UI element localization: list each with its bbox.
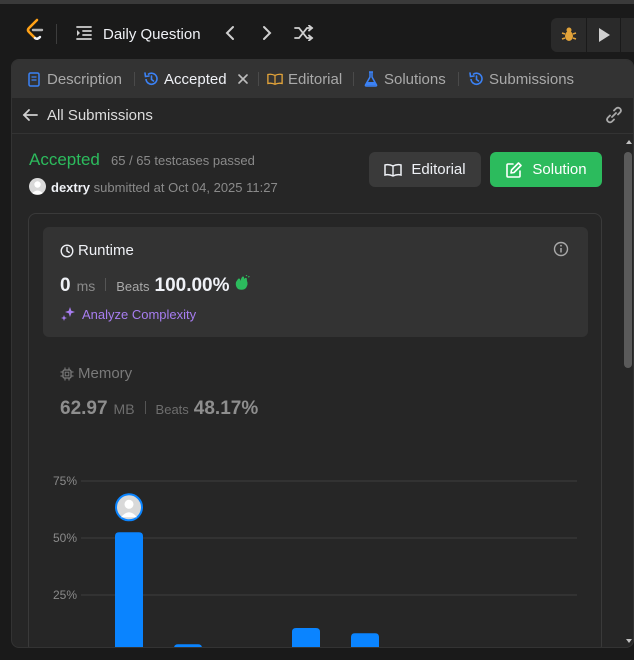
edit-icon — [505, 161, 523, 179]
divider — [258, 72, 259, 86]
submission-panel: Description Accepted Editorial Solutions… — [11, 59, 634, 648]
history-icon — [143, 71, 159, 87]
chart-bar[interactable] — [115, 532, 143, 648]
logo-icon[interactable] — [24, 18, 46, 42]
divider — [353, 72, 354, 86]
editorial-button[interactable]: Editorial — [369, 152, 481, 187]
daily-question-label[interactable]: Daily Question — [103, 26, 201, 43]
editorial-button-label: Editorial — [411, 161, 466, 178]
play-icon[interactable] — [588, 18, 621, 52]
divider — [458, 72, 459, 86]
top-bar: Daily Question — [0, 0, 634, 58]
submission-detail: Accepted 65 / 65 testcases passed dextry… — [12, 135, 620, 648]
tab-editorial[interactable]: Editorial — [267, 60, 342, 98]
book-icon — [267, 71, 283, 87]
y-tick-label: 75% — [53, 474, 77, 488]
solution-button-label: Solution — [532, 161, 587, 178]
status-label: Accepted — [29, 150, 100, 169]
scrollbar-thumb[interactable] — [624, 152, 632, 368]
flask-icon — [363, 71, 379, 87]
shuffle-icon[interactable] — [293, 22, 315, 44]
y-tick-label: 50% — [53, 531, 77, 545]
username[interactable]: dextry — [51, 180, 90, 195]
link-icon[interactable] — [604, 106, 624, 124]
divider — [56, 24, 57, 44]
chevron-left-icon[interactable] — [219, 22, 241, 44]
tab-label: Solutions — [384, 70, 446, 88]
chart-bar[interactable] — [292, 628, 320, 648]
debug-icon[interactable] — [551, 18, 587, 52]
tab-accepted[interactable]: Accepted — [143, 60, 251, 98]
all-submissions-link[interactable]: All Submissions — [47, 107, 153, 124]
chevron-right-icon[interactable] — [256, 22, 278, 44]
history-icon — [468, 71, 484, 87]
submitted-by: dextry submitted at Oct 04, 2025 11:27 — [51, 180, 278, 195]
tab-description[interactable]: Description — [26, 60, 122, 98]
avatar[interactable] — [29, 178, 46, 195]
book-icon — [384, 161, 403, 179]
tab-label: Submissions — [489, 70, 575, 88]
y-tick-label: 0% — [60, 645, 78, 648]
tab-submissions[interactable]: Submissions — [468, 60, 574, 98]
submitted-time: submitted at Oct 04, 2025 11:27 — [93, 180, 278, 195]
run-button-group — [551, 18, 634, 52]
testcases-passed: 65 / 65 testcases passed — [111, 153, 255, 168]
y-tick-label: 25% — [53, 588, 77, 602]
close-icon[interactable] — [235, 71, 251, 87]
performance-card: Runtime 0 ms Beats 100.00% Analyze Compl… — [28, 213, 602, 648]
divider — [134, 72, 135, 86]
tab-solutions[interactable]: Solutions — [363, 60, 446, 98]
chart-bar[interactable] — [351, 633, 379, 648]
runtime-distribution-chart: 75% 50% 25% 0% — [53, 474, 577, 648]
tab-label: Editorial — [288, 70, 343, 88]
tab-label: Accepted — [164, 70, 227, 88]
submission-subheader: All Submissions — [12, 98, 633, 134]
solution-button[interactable]: Solution — [490, 152, 602, 187]
arrow-left-icon[interactable] — [22, 107, 38, 123]
description-icon — [26, 71, 42, 87]
chart-bar[interactable] — [174, 644, 202, 648]
list-indent-icon[interactable] — [73, 22, 95, 44]
tab-bar: Description Accepted Editorial Solutions… — [12, 60, 633, 98]
tab-label: Description — [47, 70, 123, 88]
user-avatar-marker[interactable] — [115, 493, 143, 522]
